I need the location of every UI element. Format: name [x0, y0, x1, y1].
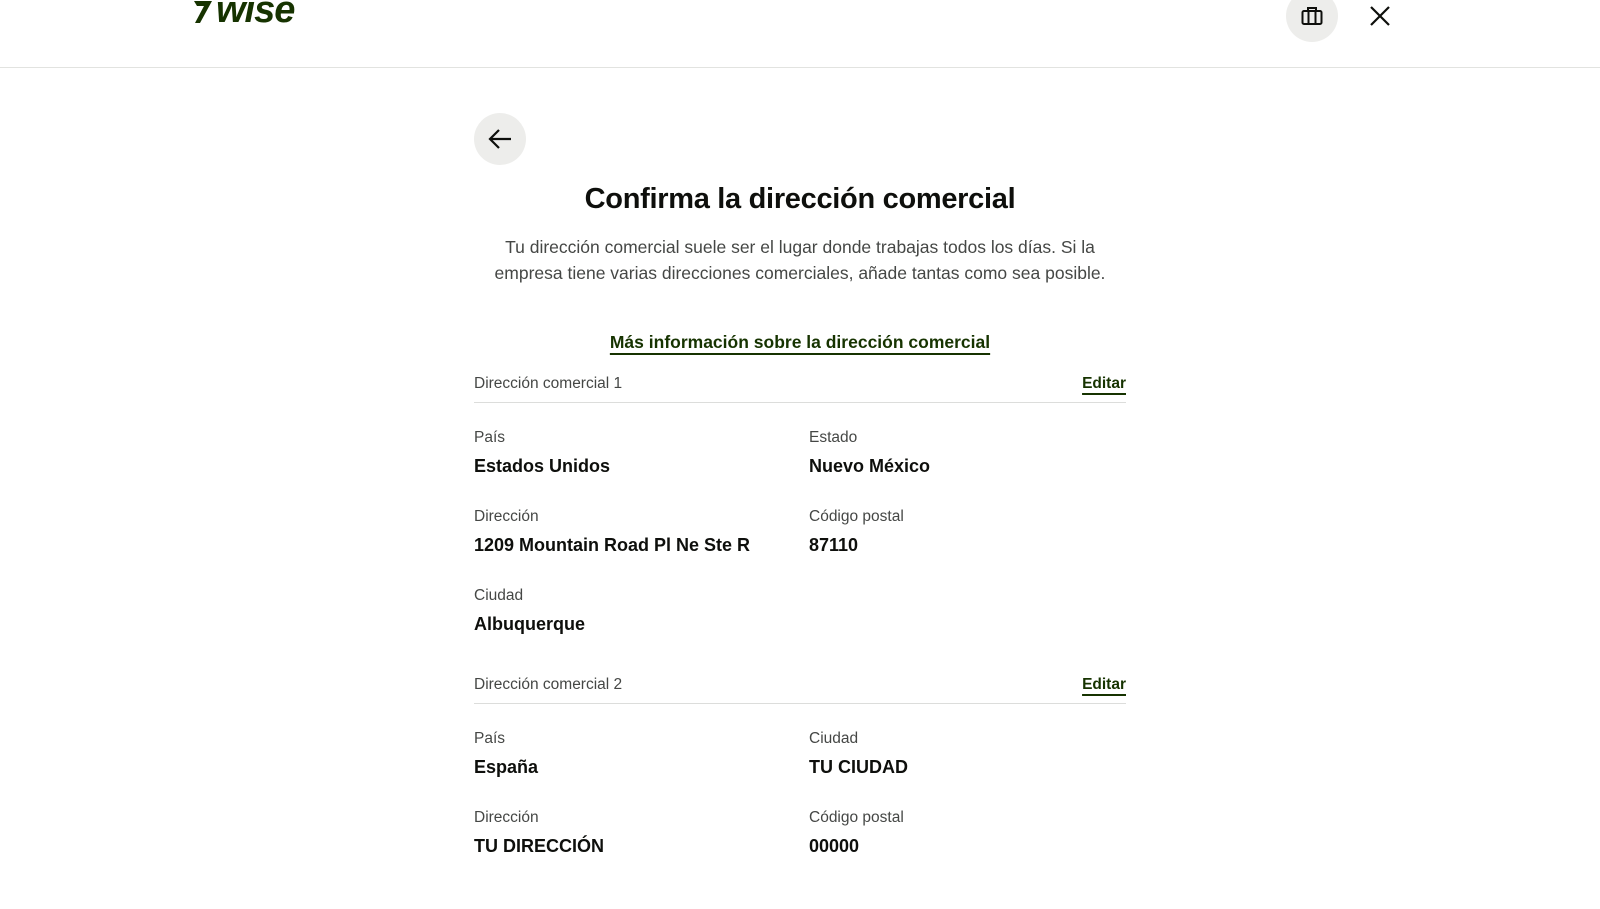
- field-country: País España: [474, 728, 809, 781]
- field-label: Ciudad: [474, 587, 524, 604]
- field-value: 1209 Mountain Road Pl Ne Ste R: [474, 535, 751, 555]
- field-label: Código postal: [809, 508, 904, 525]
- field-postal-code: Código postal 87110: [809, 506, 1126, 559]
- field-value: TU DIRECCIÓN: [474, 836, 604, 856]
- wise-flag-icon: [194, 1, 212, 23]
- field-value: 87110: [809, 535, 859, 555]
- address-section-header: Dirección comercial 2 Editar: [474, 668, 1126, 704]
- address-section-title: Dirección comercial 1: [474, 375, 623, 392]
- field-city: Ciudad TU CIUDAD: [809, 728, 1126, 781]
- address-section-title: Dirección comercial 2: [474, 676, 623, 693]
- field-label: País: [474, 730, 506, 747]
- field-city: Ciudad Albuquerque: [474, 585, 809, 638]
- field-value: Estados Unidos: [474, 456, 611, 476]
- field-postal-code: Código postal 00000: [809, 807, 1126, 860]
- close-icon: [1370, 6, 1390, 26]
- logo-wordmark: wise: [216, 0, 295, 31]
- wise-logo[interactable]: wise: [192, 0, 295, 31]
- field-state: Estado Nuevo México: [809, 427, 1126, 480]
- field-address: Dirección TU DIRECCIÓN: [474, 807, 809, 860]
- field-country: País Estados Unidos: [474, 427, 809, 480]
- business-account-button[interactable]: [1286, 0, 1338, 42]
- edit-address-1-button[interactable]: Editar: [1082, 375, 1126, 393]
- address-section-2: Dirección comercial 2 Editar País España…: [474, 668, 1126, 860]
- field-value: Nuevo México: [809, 456, 931, 476]
- field-value: España: [474, 757, 539, 777]
- page-title: Confirma la dirección comercial: [584, 183, 1016, 215]
- back-button[interactable]: [474, 113, 526, 165]
- close-button[interactable]: [1366, 2, 1394, 30]
- field-label: Código postal: [809, 809, 904, 826]
- field-label: Estado: [809, 429, 858, 446]
- field-label: País: [474, 429, 506, 446]
- address-section-1: Dirección comercial 1 Editar País Estado…: [474, 367, 1126, 638]
- edit-address-2-button[interactable]: Editar: [1082, 676, 1126, 694]
- address-section-header: Dirección comercial 1 Editar: [474, 367, 1126, 403]
- page-subtitle: Tu dirección comercial suele ser el luga…: [494, 237, 1106, 283]
- top-bar: wise: [0, 0, 1600, 68]
- field-label: Dirección: [474, 809, 539, 826]
- field-value: TU CIUDAD: [809, 757, 908, 777]
- field-value: Albuquerque: [474, 614, 585, 634]
- field-address: Dirección 1209 Mountain Road Pl Ne Ste R: [474, 506, 809, 559]
- field-label: Ciudad: [809, 730, 859, 747]
- main-content: Confirma la dirección comercial Tu direc…: [474, 178, 1126, 860]
- field-label: Dirección: [474, 508, 539, 525]
- briefcase-icon: [1301, 7, 1323, 25]
- address-fields: País España Ciudad TU CIUDAD Dirección T…: [474, 704, 1126, 860]
- address-fields: País Estados Unidos Estado Nuevo México …: [474, 403, 1126, 638]
- arrow-left-icon: [488, 129, 511, 149]
- field-value: 00000: [809, 836, 860, 856]
- more-info-link[interactable]: Más información sobre la dirección comer…: [474, 332, 1126, 353]
